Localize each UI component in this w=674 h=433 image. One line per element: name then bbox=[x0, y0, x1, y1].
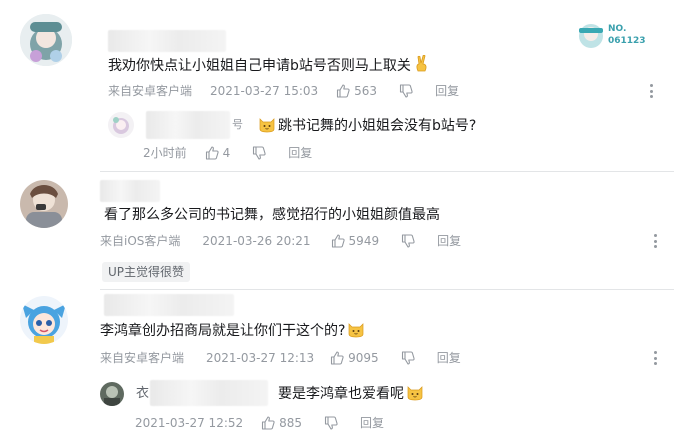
thumbs-down-icon[interactable] bbox=[324, 416, 338, 430]
divider bbox=[100, 171, 674, 172]
comment-meta: 来自安卓客户端 2021-03-27 15:03 563 回复 bbox=[108, 83, 459, 99]
cat-face-emoji bbox=[347, 320, 365, 338]
reply-mark: 衣 bbox=[136, 386, 150, 401]
badge-number: NO. 061123 bbox=[608, 24, 646, 46]
divider bbox=[100, 289, 674, 290]
reply-meta: 2小时前 4 回复 bbox=[143, 145, 312, 161]
reply-text: 要是李鸿章也爱看呢 bbox=[278, 383, 424, 404]
reply-button[interactable]: 回复 bbox=[437, 350, 461, 366]
thumbs-down-icon[interactable] bbox=[399, 84, 413, 98]
thumbs-down-icon[interactable] bbox=[401, 234, 415, 248]
like-button[interactable]: 885 bbox=[261, 415, 302, 431]
like-button[interactable]: 9095 bbox=[330, 350, 379, 366]
username-blurred[interactable] bbox=[104, 294, 234, 316]
thumbs-up-icon bbox=[330, 351, 344, 365]
like-count: 5949 bbox=[348, 234, 380, 248]
avatar[interactable] bbox=[20, 14, 72, 66]
reply-text: 跳书记舞的小姐姐会没有b站号? bbox=[258, 115, 476, 136]
client-source: 来自安卓客户端 bbox=[108, 84, 193, 98]
like-count: 4 bbox=[222, 146, 231, 160]
reply-mark: 号 bbox=[232, 118, 243, 131]
comment-meta: 来自安卓客户端 2021-03-27 12:13 9095 回复 bbox=[100, 350, 461, 366]
like-button[interactable]: 4 bbox=[205, 145, 231, 161]
thumbs-up-icon bbox=[205, 146, 219, 160]
comment-meta: 来自iOS客户端 2021-03-26 20:21 5949 回复 bbox=[100, 233, 461, 249]
comment-text: 我劝你快点让小姐姐自己申请b站号否则马上取关 bbox=[108, 54, 431, 76]
more-options-icon[interactable] bbox=[650, 84, 654, 98]
client-source: 来自iOS客户端 bbox=[100, 234, 181, 248]
more-options-icon[interactable] bbox=[654, 234, 658, 248]
reply-username-blurred[interactable] bbox=[150, 380, 268, 406]
avatar[interactable] bbox=[20, 180, 68, 228]
cat-face-emoji bbox=[406, 383, 424, 401]
username-blurred[interactable] bbox=[100, 180, 160, 202]
timestamp: 2021-03-27 12:13 bbox=[206, 351, 315, 365]
like-count: 563 bbox=[354, 84, 378, 98]
like-count: 885 bbox=[279, 416, 303, 430]
reply-avatar[interactable] bbox=[108, 112, 134, 138]
username-blurred[interactable] bbox=[108, 30, 226, 52]
thumbs-down-icon[interactable] bbox=[252, 146, 266, 160]
reply-button[interactable]: 回复 bbox=[288, 145, 312, 161]
fan-badge: NO. 061123 bbox=[576, 22, 646, 50]
like-button[interactable]: 5949 bbox=[331, 233, 380, 249]
reply-button[interactable]: 回复 bbox=[360, 415, 384, 431]
like-button[interactable]: 563 bbox=[336, 83, 377, 99]
thumbs-up-icon bbox=[261, 416, 275, 430]
timestamp: 2021-03-27 12:52 bbox=[135, 416, 244, 430]
reply-avatar[interactable] bbox=[100, 382, 124, 406]
comment-text: 看了那么多公司的书记舞，感觉招行的小姐姐颜值最高 bbox=[104, 207, 440, 223]
more-options-icon[interactable] bbox=[654, 351, 658, 365]
badge-character-icon bbox=[579, 24, 603, 48]
timestamp: 2021-03-26 20:21 bbox=[202, 234, 311, 248]
timestamp: 2021-03-27 15:03 bbox=[210, 84, 319, 98]
reply-button[interactable]: 回复 bbox=[437, 233, 461, 249]
reply-button[interactable]: 回复 bbox=[435, 83, 459, 99]
thumbs-up-icon bbox=[336, 84, 350, 98]
reply-meta: 2021-03-27 12:52 885 回复 bbox=[135, 415, 384, 431]
thumbs-down-icon[interactable] bbox=[401, 351, 415, 365]
reply-username-blurred[interactable] bbox=[146, 111, 230, 139]
client-source: 来自安卓客户端 bbox=[100, 351, 185, 365]
peace-hand-emoji bbox=[413, 54, 431, 73]
like-count: 9095 bbox=[348, 351, 379, 365]
cat-face-emoji bbox=[258, 115, 276, 133]
timestamp: 2小时前 bbox=[143, 146, 187, 160]
comment-text: 李鸿章创办招商局就是让你们干这个的? bbox=[100, 320, 365, 341]
up-liked-tag: UP主觉得很赞 bbox=[102, 262, 191, 282]
avatar[interactable] bbox=[20, 296, 68, 344]
thumbs-up-icon bbox=[331, 234, 345, 248]
